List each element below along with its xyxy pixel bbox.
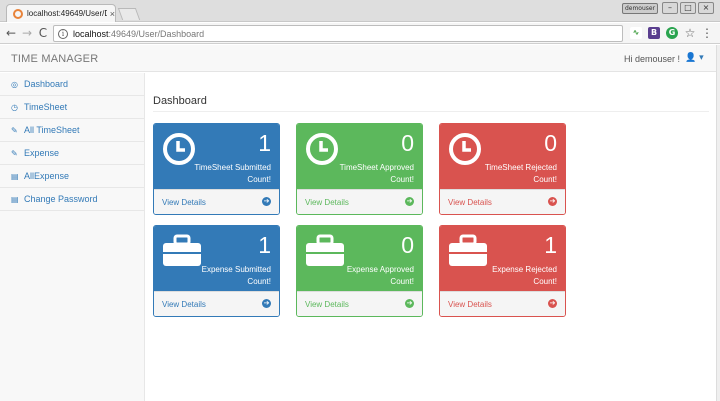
card-label: Expense Rejected Count! [492, 265, 557, 286]
expense-submitted-card: 1 Expense Submitted Count! View Details … [153, 225, 280, 317]
view-details-label: View Details [162, 197, 206, 207]
card-header: 0 TimeSheet Rejected Count! [440, 124, 565, 189]
clock-icon: ◷ [11, 102, 18, 112]
card-count: 0 [401, 130, 414, 156]
arrow-right-circle-icon: ➔ [548, 197, 557, 206]
sidebar-item-change-password[interactable]: ▤ Change Password [0, 188, 145, 211]
expense-approved-card: 0 Expense Approved Count! View Details ➔ [296, 225, 423, 317]
clock-icon [306, 133, 338, 165]
card-label: TimeSheet Rejected Count! [484, 163, 557, 184]
arrow-right-circle-icon: ➔ [405, 197, 414, 206]
card-label: TimeSheet Approved Count! [339, 163, 414, 184]
card-count: 0 [544, 130, 557, 156]
view-details-link[interactable]: View Details ➔ [154, 189, 279, 214]
sidebar-item-timesheet[interactable]: ◷ TimeSheet [0, 96, 145, 119]
clock-icon [449, 133, 481, 165]
sidebar-item-label: Dashboard [24, 79, 69, 89]
sidebar-item-expense[interactable]: ✎ Expense [0, 142, 145, 165]
extension-icon[interactable]: ∿ [630, 27, 642, 39]
card-label: TimeSheet Submitted Count! [194, 163, 271, 184]
bookmark-star-icon[interactable]: ☆ [683, 26, 697, 40]
page-scrollbar[interactable] [716, 45, 720, 401]
reload-icon[interactable]: C [36, 26, 50, 40]
close-window-button[interactable]: × [698, 2, 714, 14]
edit-icon: ✎ [11, 125, 18, 135]
sidebar-item-label: TimeSheet [24, 102, 68, 112]
sidebar-item-label: Expense [24, 148, 60, 158]
favicon-icon [13, 8, 23, 19]
edit-icon: ✎ [11, 148, 18, 158]
url-host: localhost [73, 28, 109, 39]
card-header: 1 Expense Rejected Count! [440, 226, 565, 291]
view-details-label: View Details [448, 197, 492, 207]
sidebar-item-dashboard[interactable]: ◎ Dashboard [0, 73, 145, 96]
arrow-right-circle-icon: ➔ [405, 299, 414, 308]
grammarly-extension-icon[interactable]: G [666, 27, 678, 39]
sidebar: ◎ Dashboard ◷ TimeSheet ✎ All TimeSheet … [0, 73, 145, 401]
briefcase-icon [163, 234, 201, 266]
view-details-link[interactable]: View Details ➔ [154, 291, 279, 316]
minimize-button[interactable]: – [662, 2, 678, 14]
card-label: Expense Approved Count! [346, 265, 414, 286]
arrow-right-circle-icon: ➔ [548, 299, 557, 308]
clock-icon [163, 133, 195, 165]
site-info-icon[interactable]: i [58, 28, 68, 39]
window-profile-badge[interactable]: demouser [622, 3, 658, 14]
view-details-link[interactable]: View Details ➔ [297, 291, 422, 316]
card-header: 0 Expense Approved Count! [297, 226, 422, 291]
back-icon[interactable]: ← [4, 26, 18, 40]
browser-tab[interactable]: localhost:49649/User/Dash × [6, 4, 116, 22]
title-divider [153, 111, 709, 112]
view-details-link[interactable]: View Details ➔ [297, 189, 422, 214]
timesheet-submitted-card: 1 TimeSheet Submitted Count! View Detail… [153, 123, 280, 215]
briefcase-icon [449, 234, 487, 266]
timesheet-rejected-card: 0 TimeSheet Rejected Count! View Details… [439, 123, 566, 215]
card-count: 0 [401, 232, 414, 258]
card-count: 1 [544, 232, 557, 258]
new-tab-button[interactable] [117, 8, 141, 20]
address-bar[interactable]: i localhost :49649/User/Dashboard [53, 25, 623, 42]
dashboard-icon: ◎ [11, 79, 18, 89]
card-count: 1 [258, 232, 271, 258]
sidebar-item-label: All TimeSheet [24, 125, 80, 135]
arrow-right-circle-icon: ➔ [262, 197, 271, 206]
app-navbar: TIME MANAGER Hi demouser ! 👤 ▾ [0, 45, 716, 72]
timesheet-approved-card: 0 TimeSheet Approved Count! View Details… [296, 123, 423, 215]
table-icon: ▤ [11, 194, 19, 204]
card-header: 1 TimeSheet Submitted Count! [154, 124, 279, 189]
page-title: Dashboard [153, 95, 207, 107]
view-details-label: View Details [448, 299, 492, 309]
card-label: Expense Submitted Count! [201, 265, 271, 286]
view-details-link[interactable]: View Details ➔ [440, 189, 565, 214]
sidebar-item-label: AllExpense [24, 171, 70, 181]
arrow-right-circle-icon: ➔ [262, 299, 271, 308]
sidebar-item-allexpense[interactable]: ▤ AllExpense [0, 165, 145, 188]
app-brand[interactable]: TIME MANAGER [11, 53, 98, 65]
view-details-label: View Details [305, 299, 349, 309]
view-details-label: View Details [162, 299, 206, 309]
view-details-link[interactable]: View Details ➔ [440, 291, 565, 316]
browser-titlebar: localhost:49649/User/Dash × demouser – □… [0, 0, 720, 22]
forward-icon[interactable]: → [20, 26, 34, 40]
card-count: 1 [258, 130, 271, 156]
table-icon: ▤ [11, 171, 19, 181]
browser-menu-icon[interactable]: ⋮ [700, 26, 714, 40]
user-dropdown-icon[interactable]: 👤 ▾ [685, 53, 704, 63]
briefcase-icon [306, 234, 344, 266]
maximize-button[interactable]: □ [680, 2, 696, 14]
sidebar-item-label: Change Password [24, 194, 98, 204]
card-header: 0 TimeSheet Approved Count! [297, 124, 422, 189]
sidebar-item-all-timesheet[interactable]: ✎ All TimeSheet [0, 119, 145, 142]
url-path: :49649/User/Dashboard [108, 28, 205, 39]
expense-rejected-card: 1 Expense Rejected Count! View Details ➔ [439, 225, 566, 317]
bootstrap-extension-icon[interactable]: B [648, 27, 660, 39]
browser-toolbar: ← → C i localhost :49649/User/Dashboard … [0, 23, 720, 44]
tab-close-icon[interactable]: × [110, 9, 115, 19]
card-header: 1 Expense Submitted Count! [154, 226, 279, 291]
view-details-label: View Details [305, 197, 349, 207]
user-greeting: Hi demouser ! [624, 54, 681, 64]
tab-title: localhost:49649/User/Dash [27, 9, 107, 18]
